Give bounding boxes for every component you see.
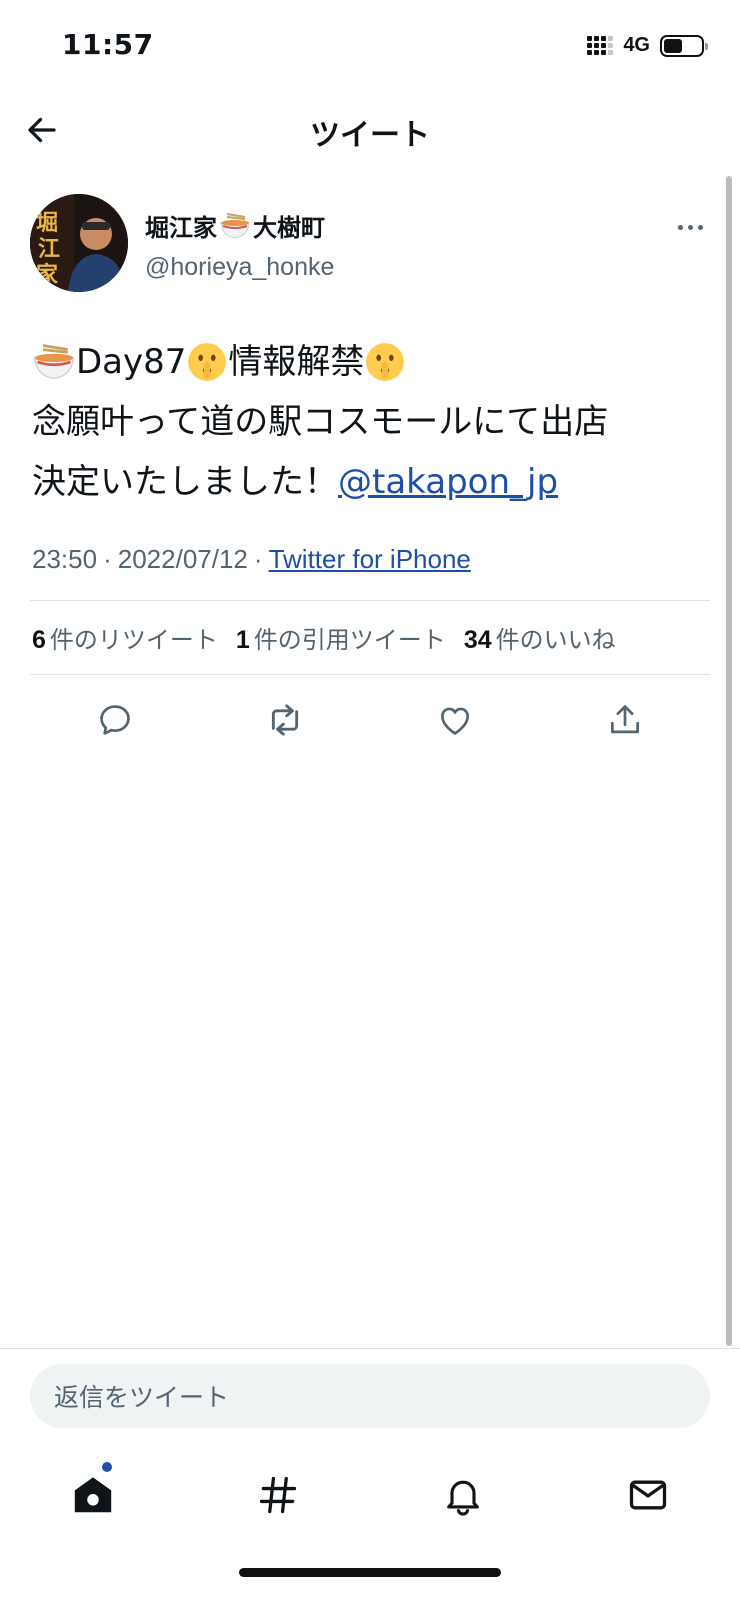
retweet-icon [271,704,299,736]
comment-icon [100,705,130,735]
more-horizontal-icon [677,224,683,230]
quotes-label: 件の引用ツイート [253,626,446,654]
tab-messages[interactable] [555,1450,740,1540]
divider [30,600,710,601]
likes-label: 件のいいね [495,626,616,654]
avatar-text-2: 江 [38,236,60,262]
quotes-stat[interactable]: 1 件の引用ツイート [236,620,446,655]
reply-divider [0,1348,740,1349]
home-notification-dot [102,1462,112,1472]
share-button[interactable] [540,690,710,750]
mention-link[interactable]: @takapon_jp [338,452,558,512]
home-indicator[interactable] [239,1568,501,1577]
author-handle: @horieya_honke [145,253,335,281]
network-label: 4G [623,34,650,56]
avatar-text-3: 家 [36,262,59,288]
tweet-line-2: 念願叶って道の駅コスモールにて出店 [32,402,609,442]
quotes-count: 1 [235,626,250,654]
tweet-date: 2022/07/12 [117,544,248,574]
author-info[interactable]: 堀江家 大樹町 @horieya_honke [145,208,334,282]
retweet-button[interactable] [200,690,370,750]
meta-separator-2: · [253,544,263,574]
tweet-source-link[interactable]: Twitter for iPhone [269,544,471,575]
home-icon [74,1477,111,1513]
tab-explore[interactable] [185,1450,370,1540]
retweets-count: 6 [32,626,46,654]
status-indicators: 4G [587,34,708,57]
likes-count: 34 [463,626,492,654]
status-bar: 11:57 4G [0,0,740,96]
meta-separator: · [103,544,112,574]
author-name-part1: 堀江家 [145,214,217,242]
shushing-face-emoji-2 [366,343,405,381]
heart-icon [440,707,470,735]
likes-stat[interactable]: 34 件のいいね [464,620,616,655]
bell-icon [446,1480,479,1516]
ramen-icon [220,212,250,239]
tweet-line-3: 決定いたしました！ @takapon_jp [32,452,712,512]
tweet-text-info: 情報解禁 [228,342,365,382]
scrollbar[interactable] [726,176,732,1346]
tab-home[interactable] [0,1450,185,1540]
tab-notifications[interactable] [370,1450,555,1540]
avatar-image: 堀 江 家 [30,194,128,292]
tweet-text-decided: 決定いたしました！ [32,462,338,502]
tweet-text: Day87 情報解禁 念願叶って道の駅コスモールにて出店 決定いたしました！ @… [32,332,712,512]
tweet-actions [30,690,710,750]
mail-icon [629,1480,666,1510]
reply-input[interactable]: 返信をツイート [30,1364,710,1428]
ramen-emoji [34,344,74,380]
author-name: 堀江家 大樹町 [145,208,334,243]
like-button[interactable] [370,690,540,750]
page-title: ツイート [310,118,430,153]
tweet-meta: 23:50 · 2022/07/12 · Twitter for iPhone [32,544,471,575]
shushing-face-emoji [188,343,227,381]
more-options-button[interactable] [670,212,710,242]
tab-bar [0,1450,740,1540]
avatar-text-1: 堀 [36,210,58,236]
author-name-part2: 大樹町 [253,214,325,242]
nav-header: ツイート [0,96,740,166]
divider-2 [30,674,710,675]
tweet-stats: 6 件のリツイート 1 件の引用ツイート 34 件のいいね [32,620,616,655]
signal-icon [587,36,614,55]
retweets-label: 件のリツイート [49,626,218,654]
avatar[interactable]: 堀 江 家 [30,194,128,292]
share-icon [610,705,640,734]
battery-icon [660,34,708,57]
status-time: 11:57 [62,28,154,61]
reply-button[interactable] [30,690,200,750]
hashtag-icon [259,1476,296,1514]
tweet-time: 23:50 [32,544,98,574]
retweets-stat[interactable]: 6 件のリツイート [32,620,218,655]
tweet-line-1: Day87 情報解禁 [32,332,712,392]
tweet-text-day: Day87 [76,342,187,382]
